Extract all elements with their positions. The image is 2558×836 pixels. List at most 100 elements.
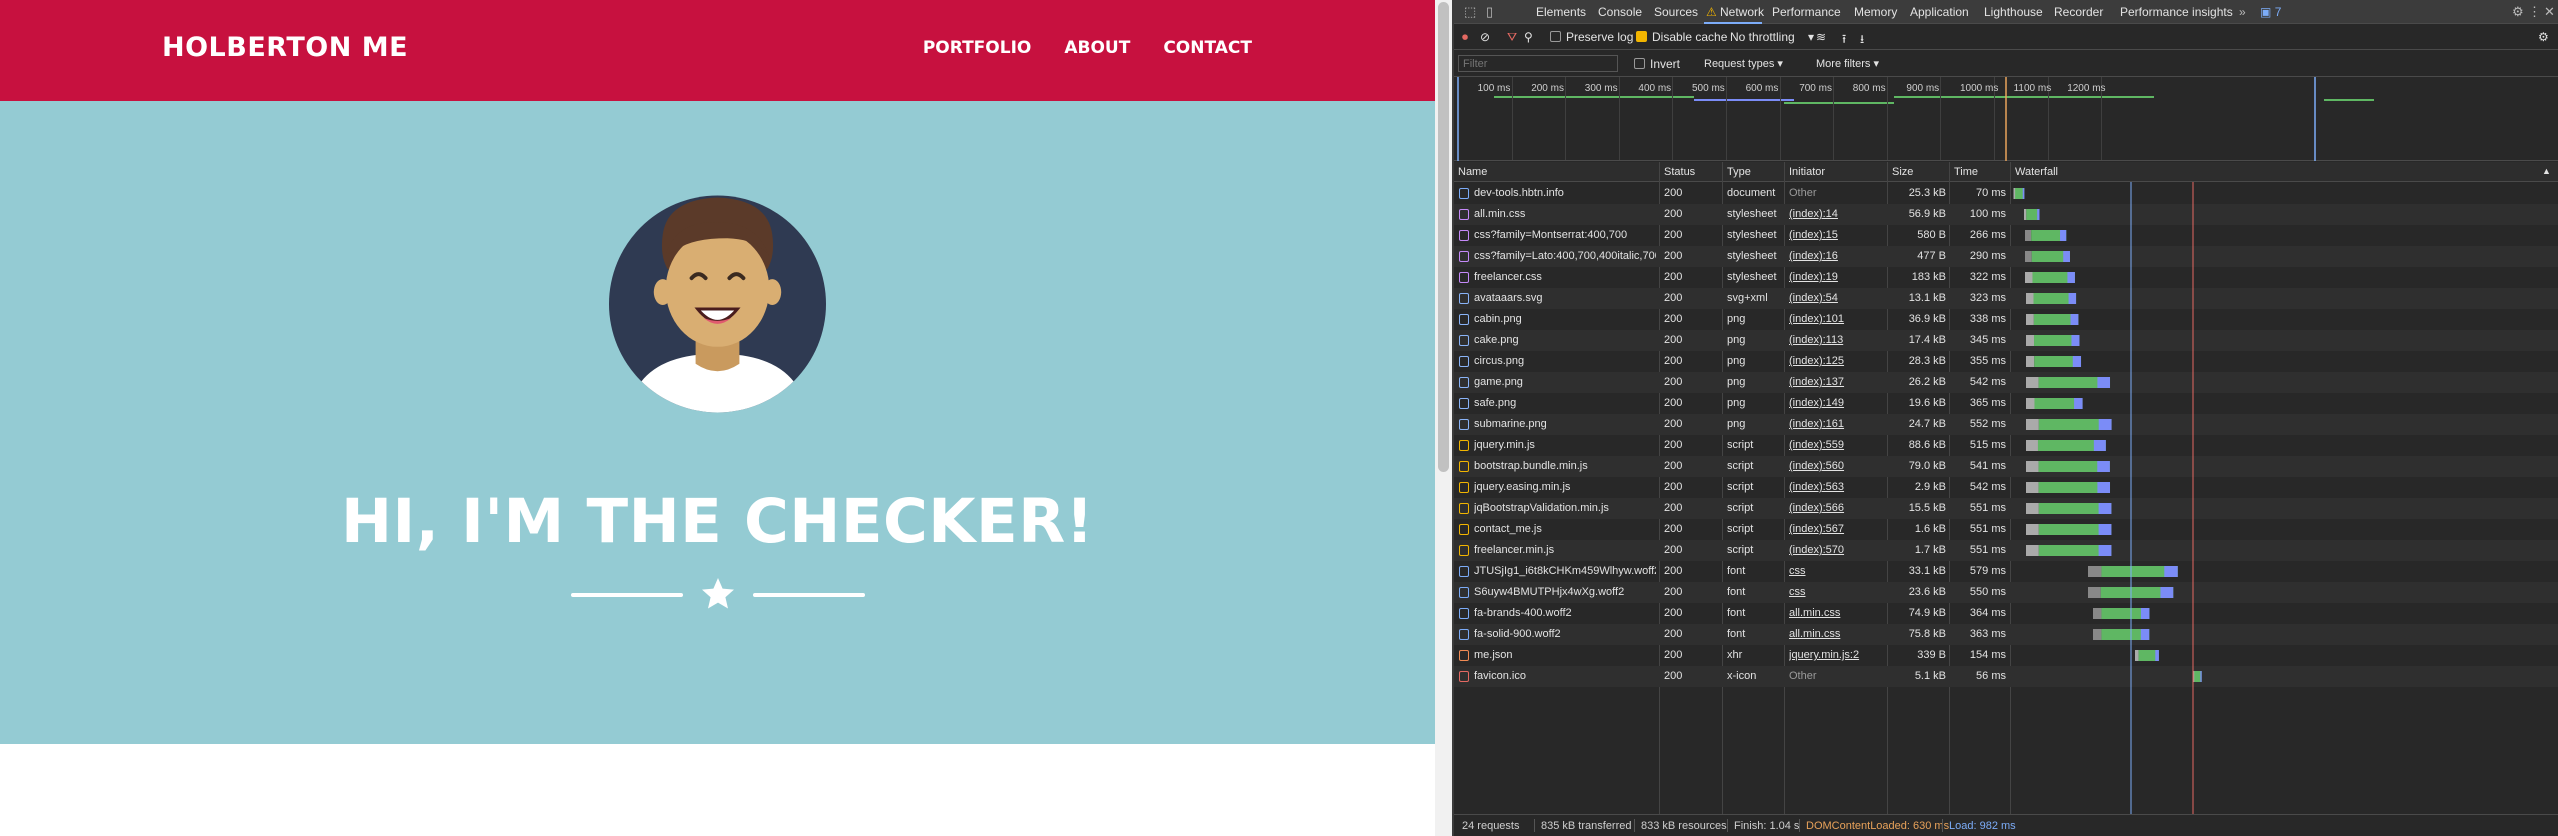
cell-type: font <box>1727 586 1746 598</box>
page-scrollbar[interactable] <box>1435 0 1452 836</box>
issues-badge[interactable]: ▣ 7 <box>2260 5 2281 19</box>
network-conditions-icon[interactable]: ≋ <box>1816 30 1826 44</box>
waterfall-queue-bar <box>2088 566 2102 577</box>
cell-initiator[interactable]: (index):563 <box>1789 481 1884 493</box>
cell-initiator[interactable]: (index):15 <box>1789 229 1884 241</box>
cell-name: css?family=Lato:400,700,400italic,700ita… <box>1474 250 1656 262</box>
waterfall-download-bar <box>2097 377 2111 388</box>
cell-time: 542 ms <box>1969 481 2006 493</box>
cell-initiator[interactable]: (index):19 <box>1789 271 1884 283</box>
cell-initiator[interactable]: all.min.css <box>1789 607 1884 619</box>
cell-size: 23.6 kB <box>1908 586 1946 598</box>
filter-icon[interactable]: ⛛ <box>1507 30 1517 45</box>
network-overview-timeline[interactable]: 100 ms 200 ms 300 ms 400 ms 500 ms 600 ms 700 … <box>1454 77 2558 161</box>
cell-initiator[interactable]: (index):14 <box>1789 208 1884 220</box>
waterfall-download-bar <box>2022 188 2025 199</box>
cell-initiator[interactable]: (index):559 <box>1789 439 1884 451</box>
nav-link-contact[interactable]: CONTACT <box>1163 38 1252 58</box>
device-toolbar-icon[interactable]: ▯ <box>1486 4 1493 20</box>
request-types-dropdown[interactable]: Request types ▾ <box>1704 57 1783 70</box>
cell-initiator[interactable]: (index):149 <box>1789 397 1884 409</box>
site-brand[interactable]: HOLBERTON ME <box>162 32 408 63</box>
cell-initiator[interactable]: jquery.min.js:2 <box>1789 649 1884 661</box>
cell-initiator[interactable]: css <box>1789 586 1884 598</box>
column-size[interactable]: Size <box>1892 166 1913 178</box>
network-filterbar: Invert Request types ▾ More filters ▾ <box>1454 50 2558 77</box>
column-status[interactable]: Status <box>1664 166 1695 178</box>
cell-status: 200 <box>1664 187 1683 199</box>
cell-initiator[interactable]: (index):567 <box>1789 523 1884 535</box>
preserve-log-checkbox[interactable]: Preserve log <box>1550 30 1633 44</box>
cell-initiator[interactable]: (index):125 <box>1789 355 1884 367</box>
tab-performance[interactable]: Performance <box>1772 5 1841 19</box>
image-icon <box>1459 419 1469 430</box>
cell-size: 1.7 kB <box>1914 544 1946 556</box>
search-icon[interactable]: ⚲ <box>1524 30 1533 44</box>
cell-initiator[interactable]: (index):113 <box>1789 334 1884 346</box>
more-tabs-icon[interactable]: » <box>2239 5 2246 19</box>
cell-time: 56 ms <box>1976 670 2006 682</box>
overview-gridline <box>1672 77 1674 160</box>
tab-sources[interactable]: Sources <box>1654 5 1698 19</box>
cell-initiator[interactable]: (index):16 <box>1789 250 1884 262</box>
cell-initiator[interactable]: (index):54 <box>1789 292 1884 304</box>
tab-console[interactable]: Console <box>1598 5 1642 19</box>
record-icon[interactable]: ⏺ <box>1462 30 1468 45</box>
script-icon <box>1459 461 1469 472</box>
settings-gear-icon[interactable]: ⚙ <box>2512 4 2524 20</box>
nav-link-about[interactable]: ABOUT <box>1064 38 1130 58</box>
cell-initiator[interactable]: all.min.css <box>1789 628 1884 640</box>
cell-size: 2.9 kB <box>1914 481 1946 493</box>
inspect-element-icon[interactable]: ⬚ <box>1464 4 1476 20</box>
cell-status: 200 <box>1664 376 1683 388</box>
network-settings-icon[interactable]: ⚙ <box>2538 30 2549 44</box>
network-status-bar: 24 requests 835 kB transferred 833 kB re… <box>1454 814 2558 836</box>
cell-type: font <box>1727 565 1746 577</box>
cell-size: 477 B <box>1917 250 1946 262</box>
invert-checkbox[interactable]: Invert <box>1634 57 1680 71</box>
disable-cache-checkbox[interactable]: Disable cache <box>1636 30 1727 44</box>
cell-initiator[interactable]: (index):161 <box>1789 418 1884 430</box>
tab-elements[interactable]: Elements <box>1536 5 1586 19</box>
column-type[interactable]: Type <box>1727 166 1751 178</box>
cell-size: 5.1 kB <box>1914 670 1946 682</box>
throttling-label: No throttling <box>1730 30 1795 44</box>
close-devtools-icon[interactable]: ✕ <box>2544 4 2555 20</box>
page-scrollbar-thumb[interactable] <box>1438 2 1449 472</box>
column-name[interactable]: Name <box>1458 166 1487 178</box>
import-har-icon[interactable]: ⭱ <box>1842 30 1846 51</box>
column-initiator[interactable]: Initiator <box>1789 166 1825 178</box>
cell-type: script <box>1727 544 1754 556</box>
tab-recorder[interactable]: Recorder <box>2054 5 2103 19</box>
more-options-icon[interactable]: ⋮ <box>2528 4 2541 20</box>
tab-application[interactable]: Application <box>1910 5 1969 19</box>
chevron-down-icon: ▾ <box>1777 58 1783 70</box>
cell-initiator[interactable]: (index):560 <box>1789 460 1884 472</box>
cell-size: 28.3 kB <box>1908 355 1946 367</box>
tab-memory[interactable]: Memory <box>1854 5 1897 19</box>
cell-initiator[interactable]: (index):570 <box>1789 544 1884 556</box>
column-time[interactable]: Time <box>1954 166 1978 178</box>
cell-initiator[interactable]: (index):137 <box>1789 376 1884 388</box>
tab-network[interactable]: ⚠ Network <box>1704 0 1764 24</box>
clear-icon[interactable]: ⊘ <box>1480 30 1490 44</box>
cell-type: document <box>1727 187 1776 199</box>
export-har-icon[interactable]: ⭳ <box>1860 30 1864 51</box>
cell-initiator[interactable]: (index):566 <box>1789 502 1884 514</box>
invert-label: Invert <box>1650 57 1681 71</box>
overview-tick-label: 800 ms <box>1852 83 1886 94</box>
request-types-label: Request types <box>1704 58 1775 70</box>
tab-performance-insights[interactable]: Performance insights <box>2120 5 2233 19</box>
cell-initiator[interactable]: css <box>1789 565 1884 577</box>
overview-gridline <box>1886 77 1888 160</box>
filter-input[interactable] <box>1458 55 1618 72</box>
tab-lighthouse[interactable]: Lighthouse <box>1984 5 2043 19</box>
cell-time: 363 ms <box>1969 628 2006 640</box>
more-filters-dropdown[interactable]: More filters ▾ <box>1816 57 1879 70</box>
cell-status: 200 <box>1664 628 1683 640</box>
cell-initiator[interactable]: (index):101 <box>1789 313 1884 325</box>
overview-tick-label: 1000 ms <box>1960 83 1999 94</box>
throttling-select[interactable]: No throttling ▾ <box>1730 30 1814 44</box>
nav-link-portfolio[interactable]: PORTFOLIO <box>923 38 1032 58</box>
overview-tick-label: 500 ms <box>1692 83 1725 94</box>
